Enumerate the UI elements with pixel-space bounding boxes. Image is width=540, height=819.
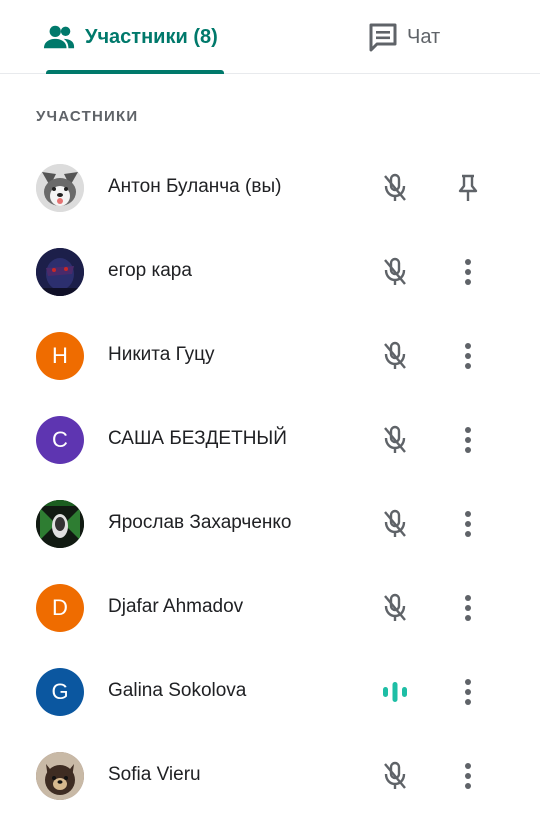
section-title: УЧАСТНИКИ <box>36 108 139 125</box>
avatar <box>36 164 84 212</box>
participant-name: САША БЕЗДЕТНЫЙ <box>108 428 287 449</box>
participant-row[interactable]: Н Никита Гуцу <box>0 314 540 398</box>
pin-icon[interactable] <box>452 172 484 204</box>
avatar: Н <box>36 332 84 380</box>
more-vert-icon[interactable] <box>452 592 484 624</box>
active-tab-indicator <box>46 70 224 74</box>
more-vert-icon[interactable] <box>452 256 484 288</box>
avatar-letter: D <box>52 595 68 620</box>
participant-name: егор кара <box>108 260 192 281</box>
participant-row[interactable]: Антон Буланча (вы) <box>0 146 540 230</box>
mic-off-icon[interactable] <box>379 508 411 540</box>
mic-off-icon[interactable] <box>379 256 411 288</box>
mic-off-icon[interactable] <box>379 172 411 204</box>
people-icon <box>43 21 75 53</box>
more-vert-icon[interactable] <box>452 760 484 792</box>
avatar <box>36 248 84 296</box>
mic-off-icon[interactable] <box>379 424 411 456</box>
participant-row[interactable]: G Galina Sokolova <box>0 650 540 734</box>
participant-row[interactable]: С САША БЕЗДЕТНЫЙ <box>0 398 540 482</box>
participant-name: Galina Sokolova <box>108 680 247 701</box>
avatar: С <box>36 416 84 464</box>
participant-name: Антон Буланча (вы) <box>108 176 282 197</box>
tab-participants[interactable]: Участники (8) <box>43 0 225 74</box>
tab-chat[interactable]: Чат <box>367 0 467 74</box>
mic-off-icon[interactable] <box>379 592 411 624</box>
participant-name: Ярослав Захарченко <box>108 512 292 533</box>
more-vert-icon[interactable] <box>452 340 484 372</box>
participant-name: Sofia Vieru <box>108 764 201 785</box>
more-vert-icon[interactable] <box>452 424 484 456</box>
tab-chat-label: Чат <box>407 25 441 48</box>
avatar-letter: Н <box>52 343 68 368</box>
participant-row[interactable]: Ярослав Захарченко <box>0 482 540 566</box>
more-vert-icon[interactable] <box>452 676 484 708</box>
mic-off-icon[interactable] <box>379 340 411 372</box>
avatar: G <box>36 668 84 716</box>
avatar-letter: G <box>51 679 69 704</box>
avatar: D <box>36 584 84 632</box>
participant-row[interactable]: D Djafar Ahmadov <box>0 566 540 650</box>
speaking-indicator-icon <box>379 676 411 708</box>
more-vert-icon[interactable] <box>452 508 484 540</box>
chat-icon <box>367 21 399 53</box>
participant-name: Djafar Ahmadov <box>108 596 244 617</box>
avatar-letter: С <box>52 427 68 452</box>
avatar <box>36 752 84 800</box>
mic-off-icon[interactable] <box>379 760 411 792</box>
tab-bar: Участники (8) Чат <box>0 0 540 74</box>
participant-name: Никита Гуцу <box>108 344 215 365</box>
avatar <box>36 500 84 548</box>
participant-row[interactable]: Sofia Vieru <box>0 734 540 818</box>
participant-row[interactable]: егор кара <box>0 230 540 314</box>
tab-participants-label: Участники (8) <box>85 25 218 48</box>
